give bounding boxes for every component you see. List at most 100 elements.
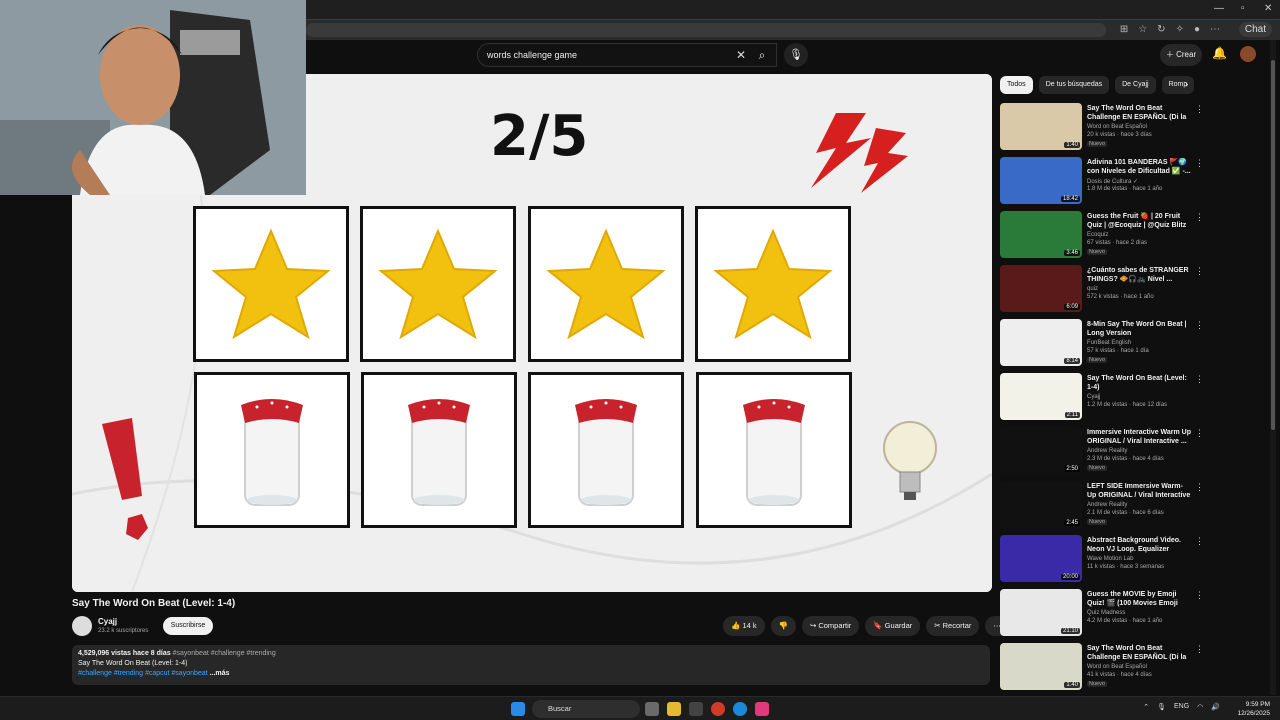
more-options-icon[interactable]: ⋮ [1195, 644, 1204, 655]
maximize-icon[interactable]: ▫ [1241, 3, 1245, 14]
recommendation-item[interactable]: 21:10 Guess the MOVIE by Emoji Quiz! 🎬 (1… [1000, 587, 1205, 641]
profile-icon[interactable]: ● [1194, 24, 1200, 35]
clock[interactable]: 9:59 PM 12/26/2025 [1237, 700, 1270, 718]
more-options-icon[interactable]: ⋮ [1195, 428, 1204, 439]
file-explorer-icon[interactable] [667, 702, 681, 716]
scrollbar-thumb[interactable] [1271, 60, 1275, 430]
favorite-icon[interactable]: ☆ [1138, 24, 1147, 35]
share-button[interactable]: ↪ Compartir [801, 616, 860, 636]
video-thumbnail[interactable]: 21:10 [1000, 589, 1082, 636]
chip-all[interactable]: Todos [1000, 76, 1033, 94]
recommendation-channel[interactable]: Word on Beat Español [1087, 664, 1147, 670]
search-icon[interactable]: ⌕ [747, 43, 777, 67]
notifications-bell-icon[interactable]: 🔔 [1212, 46, 1227, 60]
video-thumbnail[interactable]: 2:11 [1000, 373, 1082, 420]
chip-from-searches[interactable]: De tus búsquedas [1038, 76, 1110, 94]
chevron-right-icon[interactable]: › [1185, 79, 1188, 90]
recommendation-channel[interactable]: Andrew Reality [1087, 502, 1127, 508]
recommendation-title[interactable]: ¿Cuánto sabes de STRANGER THINGS? 🧇🎧🚲 Ni… [1087, 266, 1192, 284]
video-thumbnail[interactable]: 2:45 [1000, 481, 1082, 528]
show-more-link[interactable]: ...más [210, 670, 230, 677]
recommendation-item[interactable]: 3:46 Guess the Fruit 🍓 | 20 Fruit Quiz | … [1000, 209, 1205, 263]
clip-button[interactable]: ✂ Recortar [926, 616, 980, 636]
recommendation-title[interactable]: LEFT SIDE Immersive Warm-Up ORIGINAL / V… [1087, 482, 1192, 501]
video-thumbnail[interactable]: 20:00 [1000, 535, 1082, 582]
recommendation-item[interactable]: 1:40 Say The Word On Beat Challenge EN ES… [1000, 101, 1205, 155]
refresh-icon[interactable]: ↻ [1157, 24, 1165, 35]
more-icon[interactable]: ⋯ [1210, 24, 1220, 35]
recommendation-channel[interactable]: Andrew Reality [1087, 448, 1127, 454]
recommendation-channel[interactable]: Ecoquiz [1087, 232, 1108, 238]
recommendation-item[interactable]: 6:09 ¿Cuánto sabes de STRANGER THINGS? 🧇🎧… [1000, 263, 1205, 317]
recommendation-channel[interactable]: Cyajj [1087, 394, 1100, 400]
description-box[interactable]: 4,529,096 vistas hace 8 días #sayonbeat … [72, 645, 990, 685]
chrome-icon[interactable] [711, 702, 725, 716]
description-hashtags[interactable]: #challenge #trending #capcut #sayonbeat [78, 670, 208, 677]
recommendation-item[interactable]: 2:50 Immersive Interactive Warm Up ORIGIN… [1000, 425, 1205, 479]
save-button[interactable]: 🔖 Guardar [865, 616, 921, 636]
edge-icon[interactable] [733, 702, 747, 716]
video-thumbnail[interactable]: 6:09 [1000, 265, 1082, 312]
video-thumbnail[interactable]: 18:42 [1000, 157, 1082, 204]
channel-avatar[interactable] [72, 616, 92, 636]
mic-tray-icon[interactable]: 🎙 [1157, 703, 1166, 711]
hashtags-top[interactable]: #sayonbeat #challenge #trending [173, 650, 276, 657]
recommendation-title[interactable]: Guess the Fruit 🍓 | 20 Fruit Quiz | @Eco… [1087, 212, 1192, 231]
recommendation-title[interactable]: Say The Word On Beat Challenge EN ESPAÑO… [1087, 644, 1192, 663]
more-options-icon[interactable]: ⋮ [1195, 266, 1204, 277]
recommendation-item[interactable]: 18:42 Adivina 101 BANDERAS 🚩🌍 con Niveles… [1000, 155, 1205, 209]
minimize-icon[interactable]: — [1214, 3, 1224, 14]
recommendation-title[interactable]: Say The Word On Beat Challenge EN ESPAÑO… [1087, 104, 1192, 123]
more-options-icon[interactable]: ⋮ [1195, 212, 1204, 223]
subscribe-button[interactable]: Suscribirse [163, 617, 213, 635]
close-window-icon[interactable]: ✕ [1264, 3, 1272, 14]
more-options-icon[interactable]: ⋮ [1195, 374, 1204, 385]
like-button[interactable]: 👍 14 k [723, 616, 765, 636]
create-button[interactable]: ＋ Crear [1160, 44, 1202, 66]
url-field[interactable] [306, 23, 1106, 37]
recommendation-item[interactable]: 2:11 Say The Word On Beat (Level: 1-4) Cya… [1000, 371, 1205, 425]
recommendation-channel[interactable]: FunBeat English [1087, 340, 1131, 346]
chip-romp[interactable]: Romp [1161, 76, 1195, 94]
recommendation-title[interactable]: 8-Min Say The Word On Beat | Long Versio… [1087, 320, 1192, 338]
more-options-icon[interactable]: ⋮ [1195, 482, 1204, 493]
taskbar-language[interactable]: ENG [1174, 703, 1189, 711]
recommendation-title[interactable]: Guess the MOVIE by Emoji Quiz! 🎬 (100 Mo… [1087, 590, 1192, 609]
wifi-icon[interactable]: ◠ [1197, 703, 1203, 711]
apps-icon[interactable]: ⊞ [1120, 24, 1128, 35]
video-thumbnail[interactable]: 1:40 [1000, 643, 1082, 690]
more-options-icon[interactable]: ⋮ [1195, 590, 1204, 601]
capcut-icon[interactable] [755, 702, 769, 716]
recommendation-channel[interactable]: Dosis de Cultura ✓ [1087, 178, 1138, 185]
more-options-icon[interactable]: ⋮ [1195, 158, 1204, 169]
recommendation-item[interactable]: 1:40 Say The Word On Beat Challenge EN ES… [1000, 641, 1205, 695]
recommendation-channel[interactable]: quiz [1087, 286, 1098, 292]
search-input[interactable]: words challenge game ✕ [477, 43, 777, 67]
recommendation-channel[interactable]: Quiz Madness [1087, 610, 1125, 616]
video-thumbnail[interactable]: 1:40 [1000, 103, 1082, 150]
windows-start-icon[interactable] [511, 702, 525, 716]
recommendation-title[interactable]: Abstract Background Video. Neon VJ Loop.… [1087, 536, 1192, 555]
recommendation-channel[interactable]: Word on Beat Español [1087, 124, 1147, 130]
channel-name[interactable]: Cyajj [98, 617, 117, 626]
video-thumbnail[interactable]: 3:46 [1000, 211, 1082, 258]
more-options-icon[interactable]: ⋮ [1195, 536, 1204, 547]
volume-icon[interactable]: 🔊 [1211, 703, 1220, 711]
video-thumbnail[interactable]: 8:14 [1000, 319, 1082, 366]
extensions-icon[interactable]: ✧ [1176, 24, 1184, 35]
microphone-icon[interactable]: 🎙 [784, 43, 808, 67]
recommendation-item[interactable]: 2:45 LEFT SIDE Immersive Warm-Up ORIGINAL… [1000, 479, 1205, 533]
recommendation-channel[interactable]: Wave Motion Lab [1087, 556, 1133, 562]
chat-button[interactable]: Chat [1238, 22, 1272, 37]
dislike-button[interactable]: 👎 [770, 616, 796, 636]
more-options-icon[interactable]: ⋮ [1195, 104, 1204, 115]
recommendation-title[interactable]: Immersive Interactive Warm Up ORIGINAL /… [1087, 428, 1192, 446]
video-thumbnail[interactable]: 2:50 [1000, 427, 1082, 474]
scrollbar[interactable] [1270, 40, 1276, 695]
clear-search-icon[interactable]: ✕ [736, 48, 746, 62]
more-options-icon[interactable]: ⋮ [1195, 320, 1204, 331]
calendar-app-icon[interactable] [645, 702, 659, 716]
recommendation-item[interactable]: 20:00 Abstract Background Video. Neon VJ … [1000, 533, 1205, 587]
recommendation-title[interactable]: Say The Word On Beat (Level: 1-4) [1087, 374, 1192, 392]
avatar[interactable] [1240, 46, 1256, 62]
